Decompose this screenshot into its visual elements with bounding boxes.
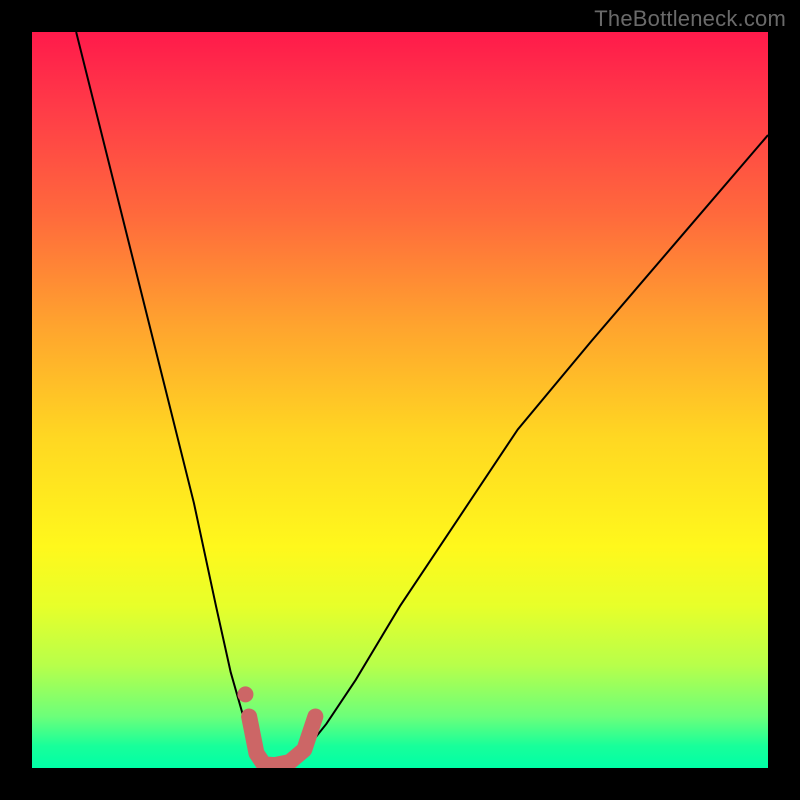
bottleneck-curve xyxy=(76,32,768,766)
optimal-range-dot xyxy=(237,686,253,702)
plot-area xyxy=(32,32,768,768)
chart-frame: TheBottleneck.com xyxy=(0,0,800,800)
optimal-range-marker xyxy=(249,716,315,765)
watermark-text: TheBottleneck.com xyxy=(594,6,786,32)
chart-svg xyxy=(32,32,768,768)
